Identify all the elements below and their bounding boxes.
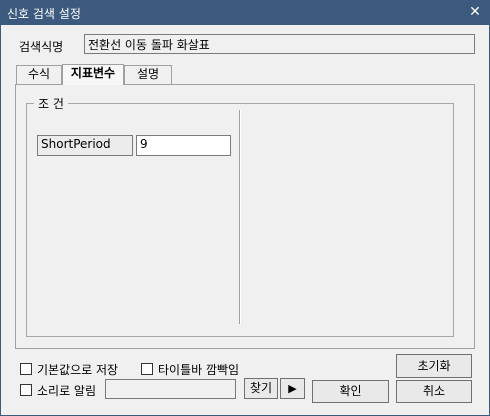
sound-alert-label: 소리로 알림	[37, 384, 97, 398]
param-name-shortperiod: ShortPeriod	[37, 135, 133, 156]
save-default-checkbox[interactable]	[20, 363, 32, 375]
play-button[interactable]: ▶	[280, 378, 305, 399]
title-bar: 신호 검색 설정 ✕	[1, 1, 489, 25]
ok-button[interactable]: 확인	[312, 380, 389, 403]
conditions-legend: 조 건	[34, 95, 68, 112]
search-name-field[interactable]: 전환선 이동 돌파 화살표	[84, 34, 475, 54]
tab-description[interactable]: 설명	[124, 65, 172, 84]
sound-alert-checkbox[interactable]	[20, 384, 32, 396]
flash-titlebar-checkbox[interactable]	[141, 363, 153, 375]
find-button[interactable]: 찾기	[244, 378, 278, 399]
save-default-label: 기본값으로 저장	[37, 363, 119, 377]
tab-formula[interactable]: 수식	[16, 65, 62, 84]
flash-titlebar-label: 타이틀바 깜빡임	[158, 363, 240, 377]
param-value-shortperiod[interactable]: 9	[136, 135, 231, 156]
cancel-button[interactable]: 취소	[396, 380, 472, 403]
window-title: 신호 검색 설정	[7, 7, 81, 21]
vertical-divider	[239, 110, 241, 324]
close-icon[interactable]: ✕	[467, 3, 483, 21]
search-name-label: 검색식명	[19, 40, 64, 54]
reset-button[interactable]: 초기화	[396, 354, 472, 378]
tab-indicator-variables[interactable]: 지표변수	[62, 64, 124, 85]
sound-file-field[interactable]	[105, 379, 236, 399]
